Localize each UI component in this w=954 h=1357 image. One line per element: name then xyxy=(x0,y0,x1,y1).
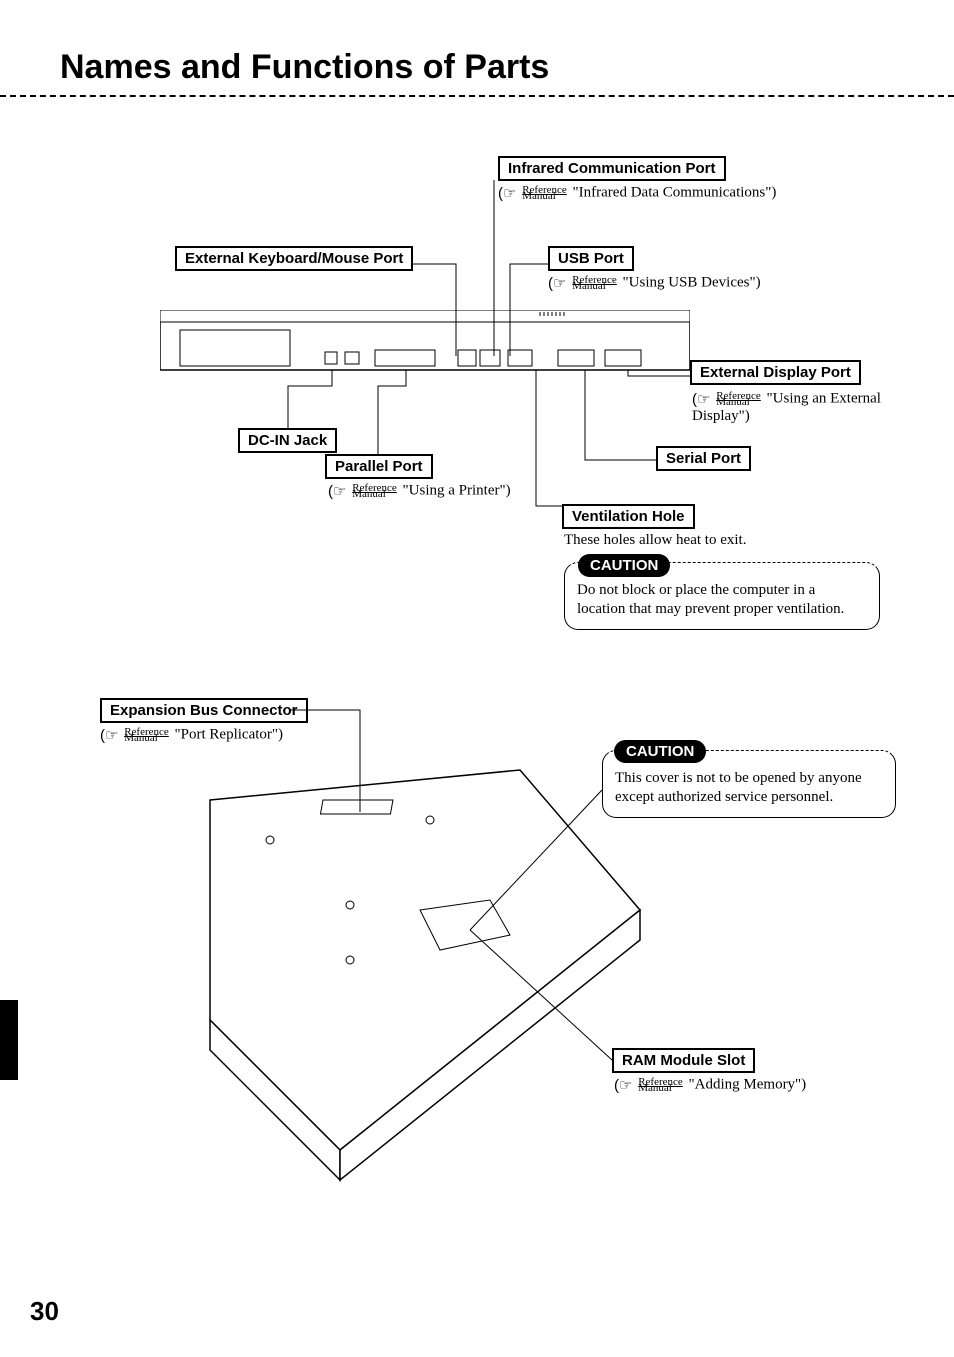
label-parallel-port: Parallel Port xyxy=(325,454,433,479)
label-expansion-bus-connector: Expansion Bus Connector xyxy=(100,698,308,723)
label-external-display-port: External Display Port xyxy=(690,360,861,385)
page-number: 30 xyxy=(30,1296,59,1327)
pointer-icon: (☞ xyxy=(614,1076,632,1094)
ref-ram: (☞ ReferenceManual "Adding Memory") xyxy=(614,1076,806,1094)
laptop-rear-diagram xyxy=(160,310,690,390)
ref-parallel: (☞ ReferenceManual "Using a Printer") xyxy=(328,482,511,500)
label-external-keyboard-mouse-port: External Keyboard/Mouse Port xyxy=(175,246,413,271)
pointer-icon: (☞ xyxy=(548,274,566,292)
ref-infrared: (☞ ReferenceManual "Infrared Data Commun… xyxy=(498,184,776,202)
label-ventilation-hole: Ventilation Hole xyxy=(562,504,695,529)
ref-expansion: (☞ ReferenceManual "Port Replicator") xyxy=(100,726,283,744)
laptop-bottom-diagram xyxy=(120,760,680,1200)
pointer-icon: (☞ xyxy=(100,726,118,744)
label-serial-port: Serial Port xyxy=(656,446,751,471)
label-ram-module-slot: RAM Module Slot xyxy=(612,1048,755,1073)
ventilation-note: These holes allow heat to exit. xyxy=(564,532,746,549)
pointer-icon: (☞ xyxy=(498,184,516,202)
caution-pill-ventilation: CAUTION xyxy=(578,554,670,577)
ref-external-display: (☞ ReferenceManual "Using an External Di… xyxy=(692,390,892,425)
pointer-icon: (☞ xyxy=(692,390,710,408)
label-usb-port: USB Port xyxy=(548,246,634,271)
label-infrared-port: Infrared Communication Port xyxy=(498,156,726,181)
ref-usb: (☞ ReferenceManual "Using USB Devices") xyxy=(548,274,761,292)
page-title: Names and Functions of Parts xyxy=(60,48,549,87)
title-underline xyxy=(0,95,954,97)
page-edge-tab xyxy=(0,1000,18,1080)
label-dc-in-jack: DC-IN Jack xyxy=(238,428,337,453)
pointer-icon: (☞ xyxy=(328,482,346,500)
